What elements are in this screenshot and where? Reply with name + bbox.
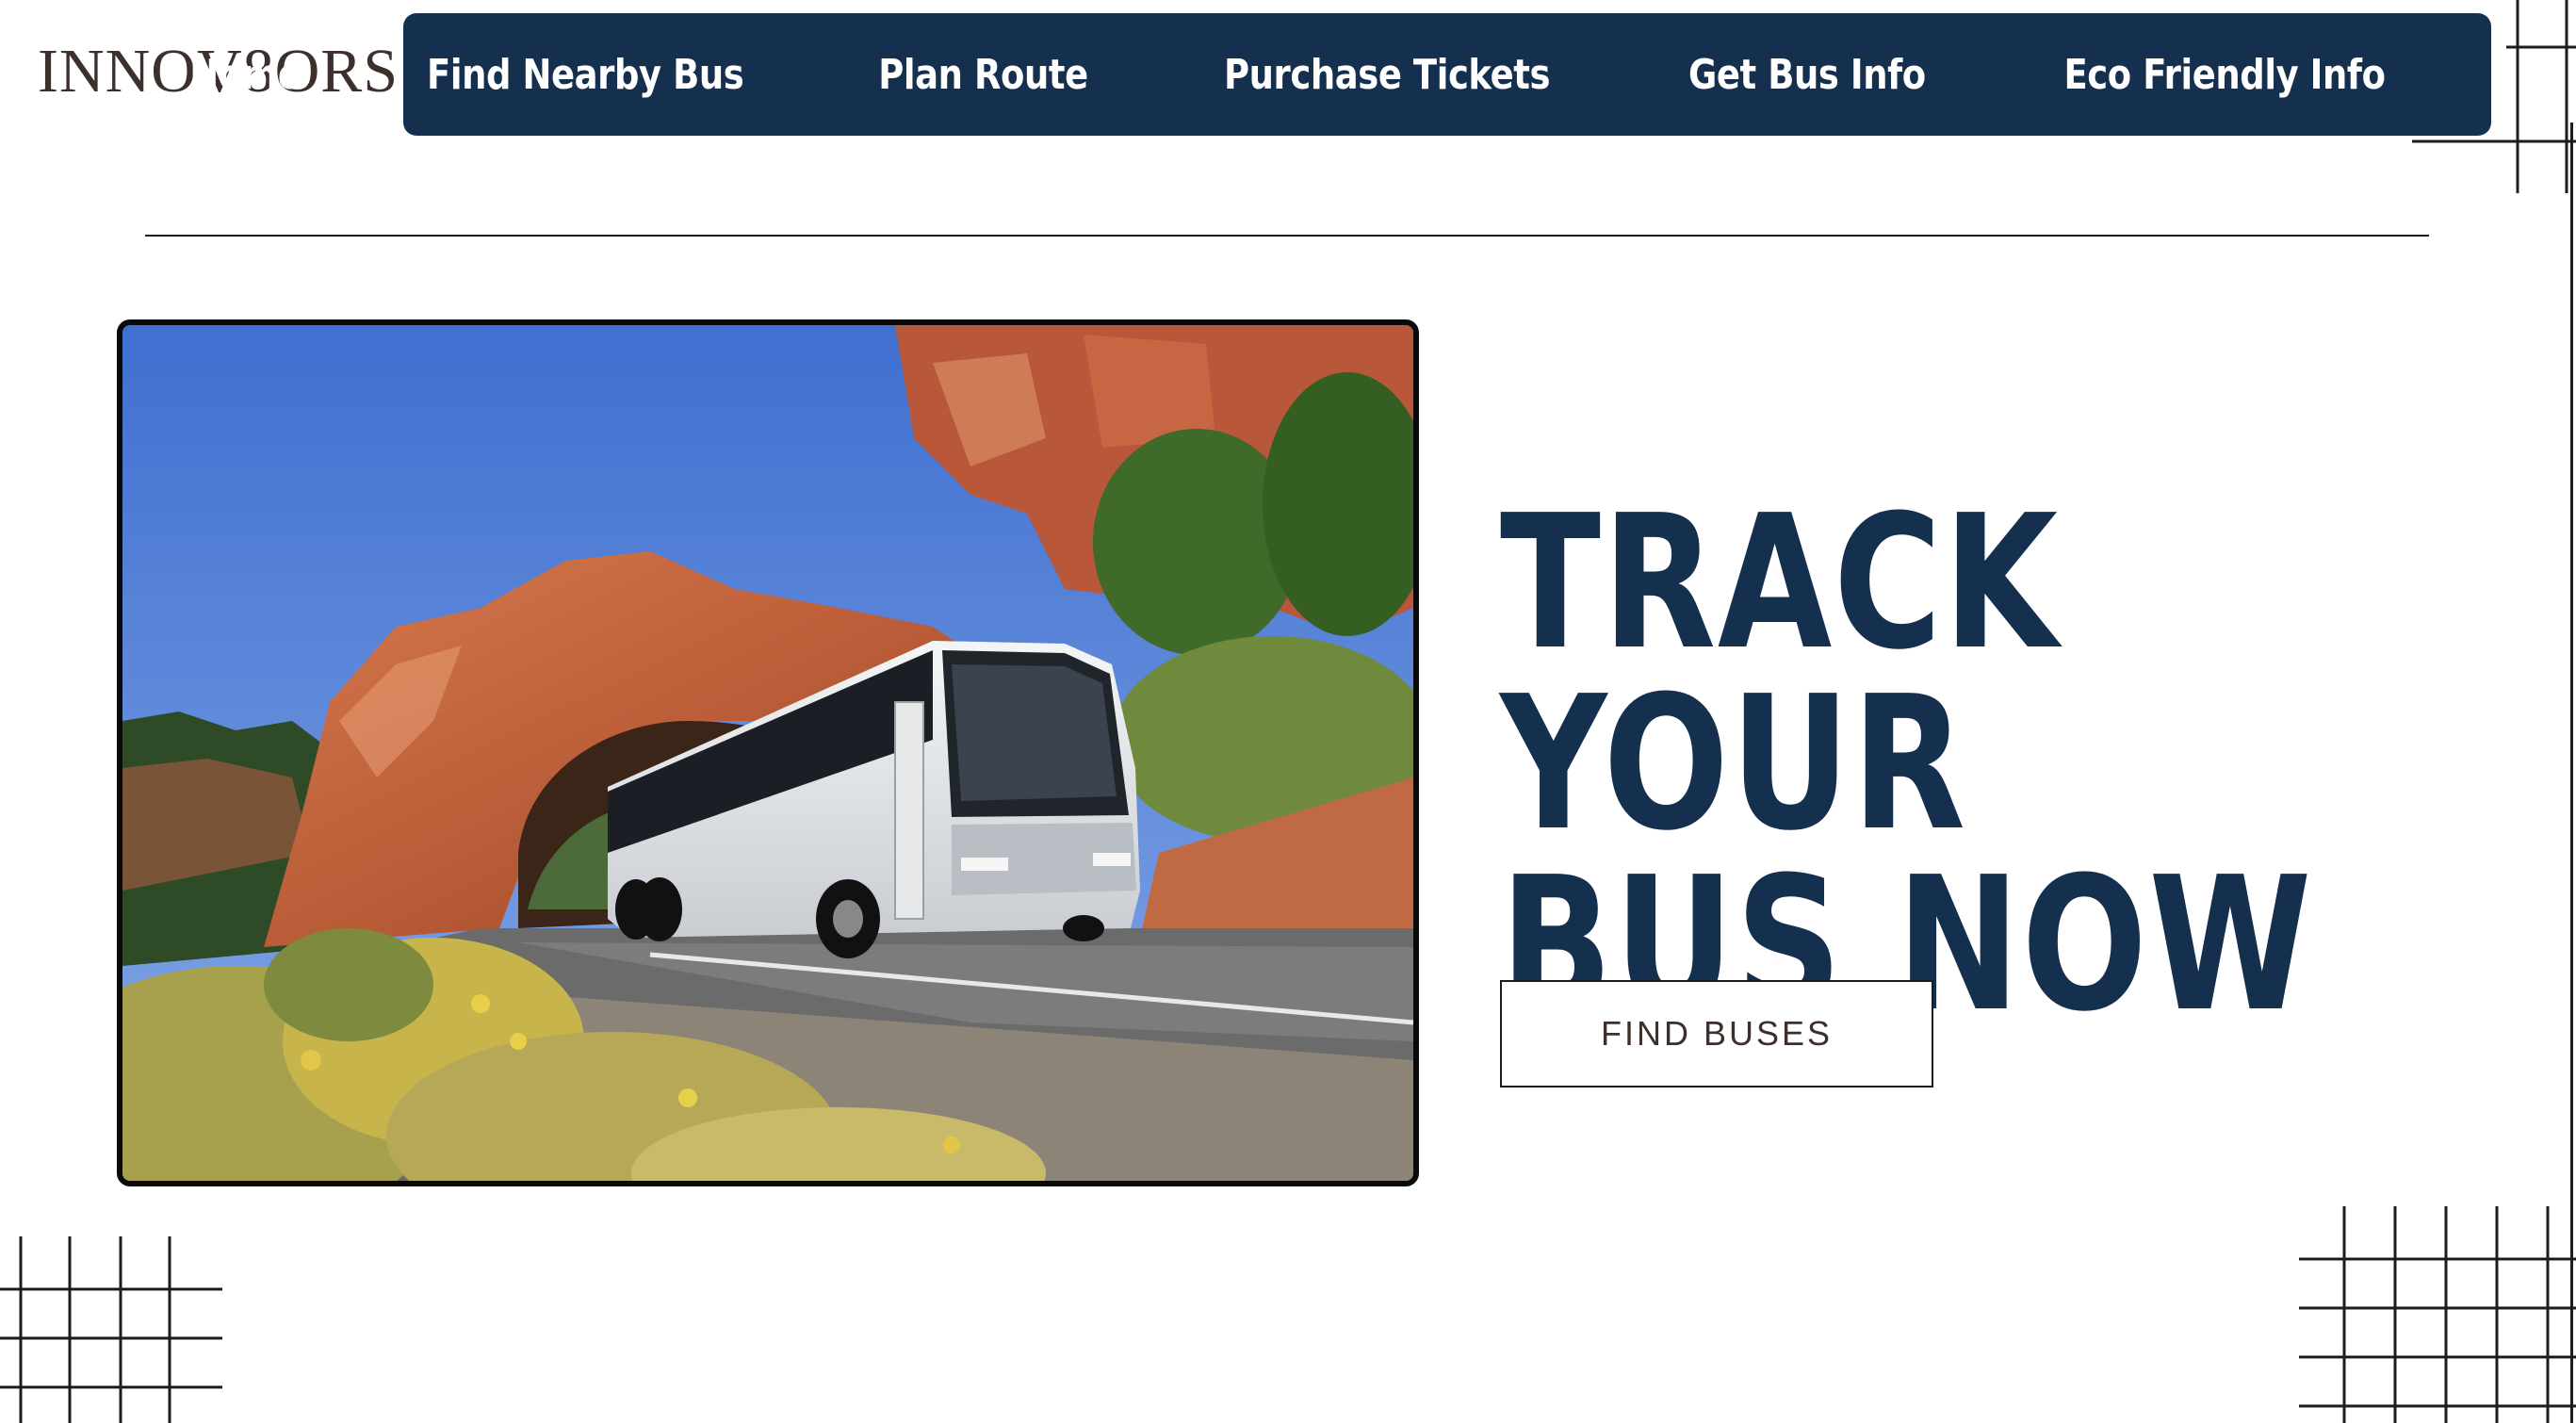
- hero-image: [117, 319, 1419, 1186]
- nav-item-purchase-tickets[interactable]: Purchase Tickets: [1224, 51, 1551, 99]
- header-divider: [145, 235, 2429, 237]
- nav-item-home[interactable]: Home: [189, 51, 302, 99]
- find-buses-button[interactable]: FIND BUSES: [1500, 980, 1933, 1088]
- hero-headline-line-1: TRACK: [1500, 476, 2060, 692]
- nav-item-get-bus-info[interactable]: Get Bus Info: [1688, 51, 1926, 99]
- grid-decoration-bottom-right: [2299, 1206, 2576, 1423]
- grid-decoration-bottom-left: [0, 1236, 222, 1423]
- grid-decoration-top-right: [2412, 0, 2576, 193]
- hero-headline-line-2: YOUR: [1500, 657, 1967, 873]
- bus-canyon-illustration: [122, 325, 1413, 1181]
- hero-headline: TRACK YOUR BUS NOW: [1500, 476, 2311, 1038]
- main-nav: Home Find Nearby Bus Plan Route Purchase…: [189, 13, 2491, 136]
- nav-item-eco-friendly-info[interactable]: Eco Friendly Info: [2063, 51, 2385, 99]
- nav-item-plan-route[interactable]: Plan Route: [878, 51, 1088, 99]
- nav-item-find-nearby-bus[interactable]: Find Nearby Bus: [427, 51, 744, 99]
